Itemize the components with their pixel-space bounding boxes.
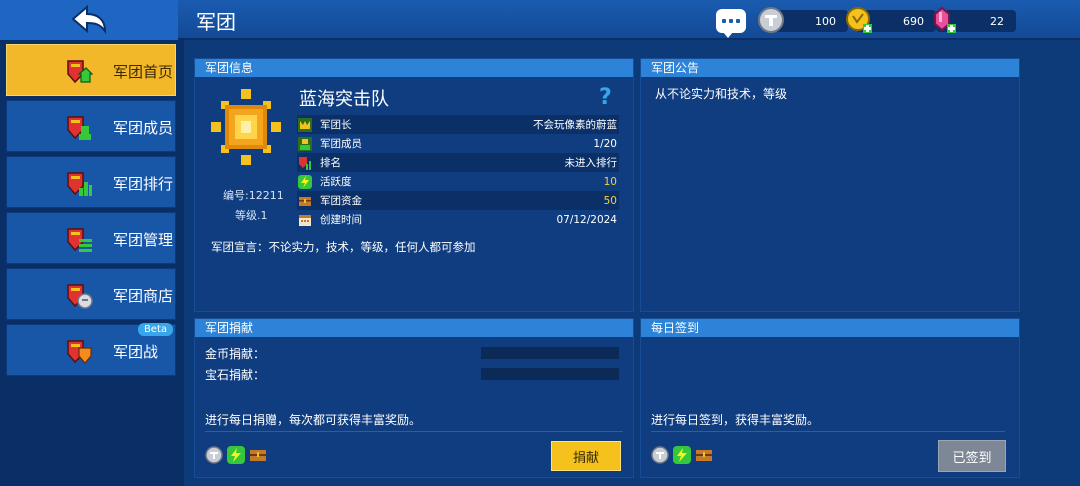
coin-donation-progress bbox=[481, 347, 619, 359]
sidebar-item-label: 军团管理 bbox=[113, 231, 174, 249]
silver-coin-icon bbox=[651, 446, 669, 464]
checked-in-button[interactable]: 已签到 bbox=[938, 440, 1006, 472]
info-row-value: 1/20 bbox=[593, 137, 617, 150]
info-row-value: 50 bbox=[603, 194, 617, 207]
guild-level-text: 等级.1 bbox=[235, 209, 268, 222]
top-bar: 军团 100 690 22 bbox=[0, 0, 1080, 40]
divider bbox=[651, 431, 1005, 432]
silver-coin-icon bbox=[756, 5, 786, 35]
info-row-value: 10 bbox=[603, 175, 617, 188]
lightning-icon bbox=[298, 174, 312, 189]
gem-donation-label: 宝石捐献： bbox=[205, 368, 266, 382]
guild-home-icon bbox=[67, 60, 93, 84]
guild-manage-icon bbox=[67, 228, 92, 252]
sidebar-item-guild-ranking[interactable]: 军团排行 bbox=[6, 156, 176, 208]
guild-emblem-icon bbox=[211, 89, 281, 165]
treasure-chest-icon bbox=[696, 450, 712, 461]
daily-checkin-panel: 每日签到 进行每日签到，获得丰富奖励。 已签到 bbox=[640, 318, 1020, 478]
sidebar: 军团首页 军团成员 军团排行 军团管理 军团商店 军团战 Beta bbox=[0, 40, 184, 486]
guild-donation-heading: 军团捐献 bbox=[195, 319, 633, 337]
info-row-label: 创建时间 bbox=[320, 214, 362, 226]
sidebar-item-guild-shop[interactable]: 军团商店 bbox=[6, 268, 176, 320]
sidebar-item-guild-home[interactable]: 军团首页 bbox=[6, 44, 176, 96]
back-arrow-icon bbox=[71, 5, 107, 35]
guild-ranking-icon bbox=[67, 172, 92, 196]
donation-description: 进行每日捐赠，每次都可获得丰富奖励。 bbox=[205, 413, 422, 427]
donation-rewards bbox=[205, 446, 267, 464]
info-row-value: 未进入排行 bbox=[564, 157, 618, 169]
treasure-chest-icon bbox=[299, 196, 311, 206]
guild-id-text: 编号:12211 bbox=[223, 189, 284, 202]
checkin-description: 进行每日签到，获得丰富奖励。 bbox=[651, 413, 820, 427]
sidebar-item-label: 军团排行 bbox=[113, 175, 174, 193]
sidebar-item-guild-manage[interactable]: 军团管理 bbox=[6, 212, 176, 264]
sidebar-item-label: 军团成员 bbox=[113, 119, 174, 137]
chat-dot bbox=[736, 19, 740, 23]
chat-button[interactable] bbox=[716, 9, 746, 38]
donate-button[interactable]: 捐献 bbox=[551, 441, 621, 471]
sidebar-item-guild-war[interactable]: 军团战 Beta bbox=[6, 323, 176, 376]
silver-currency-value: 100 bbox=[815, 14, 836, 28]
info-row-value: 07/12/2024 bbox=[556, 213, 617, 226]
lightning-icon bbox=[227, 446, 245, 464]
chat-icon bbox=[722, 19, 726, 23]
help-icon[interactable]: ? bbox=[599, 85, 612, 110]
sidebar-item-guild-members[interactable]: 军团成员 bbox=[6, 100, 176, 152]
info-row-label: 排名 bbox=[320, 157, 341, 169]
daily-checkin-heading: 每日签到 bbox=[641, 319, 1019, 337]
info-row-funds: 军团资金 50 bbox=[297, 191, 619, 210]
page-title: 军团 bbox=[196, 10, 236, 34]
info-row-activity: 活跃度 10 bbox=[297, 172, 619, 191]
checkin-rewards bbox=[651, 446, 713, 464]
gem-donation-progress bbox=[481, 368, 619, 380]
silver-coin-icon bbox=[205, 446, 223, 464]
guild-members-icon bbox=[67, 116, 91, 140]
info-row-created: 创建时间 07/12/2024 bbox=[297, 210, 619, 229]
info-row-value: 不会玩像素的蔚蓝 bbox=[533, 119, 617, 131]
rank-icon bbox=[299, 156, 311, 170]
calendar-icon bbox=[299, 214, 311, 226]
treasure-chest-icon bbox=[250, 450, 266, 461]
divider bbox=[205, 431, 623, 432]
gem-currency-value: 22 bbox=[990, 14, 1004, 28]
guild-notice-text: 从不论实力和技术，等级 bbox=[655, 87, 788, 101]
info-row-label: 军团长 bbox=[320, 119, 352, 131]
guild-notice-panel: 军团公告 从不论实力和技术，等级 bbox=[640, 58, 1020, 312]
gold-coin-icon[interactable] bbox=[844, 5, 874, 35]
crown-icon bbox=[298, 117, 312, 132]
guild-war-icon bbox=[67, 340, 92, 364]
sidebar-item-label: 军团首页 bbox=[113, 63, 174, 81]
info-row-rank: 排名 未进入排行 bbox=[297, 153, 619, 172]
gold-currency-value: 690 bbox=[903, 14, 924, 28]
guild-info-list: 军团长 不会玩像素的蔚蓝 军团成员 1/20 排名 未进入排行 活跃度 10 军… bbox=[297, 115, 619, 229]
sidebar-item-label: 军团商店 bbox=[113, 287, 174, 305]
guild-donation-panel: 军团捐献 金币捐献： 宝石捐献： 进行每日捐赠，每次都可获得丰富奖励。 捐献 bbox=[194, 318, 634, 478]
coin-donation-label: 金币捐献： bbox=[205, 347, 266, 361]
info-row-members: 军团成员 1/20 bbox=[297, 134, 619, 153]
beta-badge: Beta bbox=[137, 323, 173, 336]
info-row-leader: 军团长 不会玩像素的蔚蓝 bbox=[297, 115, 619, 134]
guild-info-heading: 军团信息 bbox=[195, 59, 633, 77]
sidebar-item-label: 军团战 bbox=[113, 343, 159, 361]
guild-notice-heading: 军团公告 bbox=[641, 59, 1019, 77]
guild-declaration: 军团宣言：不论实力，技术，等级，任何人都可参加 bbox=[211, 240, 476, 254]
member-icon bbox=[298, 136, 312, 151]
guild-info-panel: 军团信息 编号:12211 等级.1 蓝海突击队 ? 军团长 不会玩像素的蔚蓝 bbox=[194, 58, 634, 312]
info-row-label: 军团成员 bbox=[320, 138, 362, 150]
guild-shop-icon bbox=[67, 284, 93, 309]
info-row-label: 活跃度 bbox=[320, 176, 352, 188]
info-row-label: 军团资金 bbox=[320, 195, 362, 207]
guild-name: 蓝海突击队 bbox=[299, 89, 389, 110]
lightning-icon bbox=[673, 446, 691, 464]
chat-dot bbox=[729, 19, 733, 23]
pink-gem-icon[interactable] bbox=[928, 5, 958, 35]
back-button[interactable] bbox=[0, 0, 178, 40]
